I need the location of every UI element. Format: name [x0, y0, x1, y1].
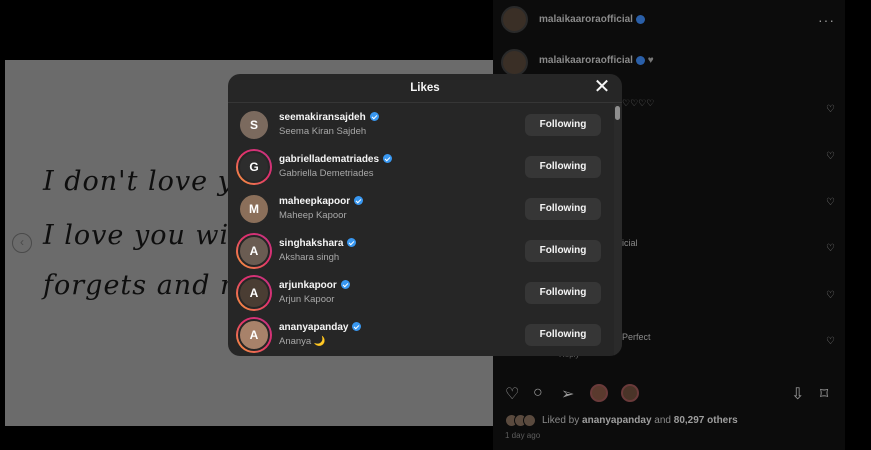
full-name: Gabriella Demetriades [279, 168, 374, 179]
verified-icon [340, 280, 350, 289]
share-icon[interactable]: ➢ [561, 384, 574, 404]
following-button[interactable]: Following [525, 324, 601, 346]
avatar-initial: G [249, 160, 259, 174]
user-avatar[interactable]: A [236, 317, 272, 353]
liked-by-avatars [505, 414, 541, 427]
avatar-image: M [238, 193, 270, 225]
post-timestamp: 1 day ago [505, 431, 541, 440]
likes-dialog: Likes ✕ S seemakiransajdeh Seema Kiran S… [228, 74, 622, 356]
comment-fragment-3: Perfect [622, 332, 651, 342]
comment-like-icon[interactable]: ♡ [826, 197, 835, 208]
avatar-image: A [238, 319, 270, 351]
like-row[interactable]: G gabrielladematriades Gabriella Demetri… [228, 146, 612, 188]
following-button[interactable]: Following [525, 282, 601, 304]
following-button[interactable]: Following [525, 114, 601, 136]
full-name: Ananya 🌙 [279, 336, 326, 347]
user-avatar[interactable]: A [236, 233, 272, 269]
username-text[interactable]: singhakshara [279, 238, 343, 249]
username[interactable]: arjunkapoor [279, 280, 350, 291]
username-text[interactable]: ananyapanday [279, 322, 348, 333]
avatar-initial: A [249, 328, 259, 342]
verified-icon [347, 238, 357, 247]
verified-icon [383, 154, 393, 163]
save-to-collection-icon[interactable]: ⇩ [791, 384, 804, 404]
close-icon[interactable]: ✕ [593, 77, 611, 97]
reaction-avatar-icon[interactable] [621, 384, 639, 402]
liked-by-text[interactable]: Liked by ananyapanday and 80,297 others [542, 415, 738, 426]
username[interactable]: singhakshara [279, 238, 357, 249]
scrollbar-thumb[interactable] [615, 106, 620, 120]
reaction-avatar-icon[interactable] [590, 384, 608, 402]
avatar-image: A [238, 277, 270, 309]
username[interactable]: seemakiransajdeh [279, 112, 379, 123]
comment-like-icon[interactable]: ♡ [826, 104, 835, 115]
avatar-initial: S [249, 118, 259, 132]
user-avatar[interactable]: S [236, 107, 272, 143]
verified-icon [354, 196, 364, 205]
username-text[interactable]: gabrielladematriades [279, 154, 379, 165]
like-row[interactable]: M maheepkapoor Maheep Kapoor Following [228, 188, 612, 230]
comment-fragment-1: ♡♡♡♡ [622, 98, 655, 108]
username[interactable]: gabrielladematriades [279, 154, 393, 165]
right-edge [845, 0, 871, 450]
like-row[interactable]: A singhakshara Akshara singh Following [228, 230, 612, 272]
like-row[interactable]: S seemakiransajdeh Seema Kiran Sajdeh Fo… [228, 104, 612, 146]
caption-username[interactable]: malaikaaroraofficial ♥ [539, 55, 654, 66]
following-button[interactable]: Following [525, 240, 601, 262]
avatar-initial: M [249, 202, 259, 216]
avatar-image: A [238, 235, 270, 267]
more-options-icon[interactable]: ··· [818, 12, 835, 28]
comment-fragment-2: icial [622, 238, 638, 248]
like-icon[interactable]: ♡ [505, 384, 519, 404]
like-row[interactable]: A arjunkapoor Arjun Kapoor Following [228, 272, 612, 314]
username-text[interactable]: maheepkapoor [279, 196, 350, 207]
following-button[interactable]: Following [525, 198, 601, 220]
dialog-header: Likes ✕ [228, 74, 622, 103]
heart-emoji-icon: ♥ [647, 55, 654, 66]
owner-avatar[interactable] [501, 6, 528, 33]
comment-like-icon[interactable]: ♡ [826, 151, 835, 162]
likes-list[interactable]: S seemakiransajdeh Seema Kiran Sajdeh Fo… [228, 104, 622, 356]
full-name: Seema Kiran Sajdeh [279, 126, 367, 137]
full-name: Akshara singh [279, 252, 340, 263]
username-text[interactable]: seemakiransajdeh [279, 112, 366, 123]
avatar-image: S [238, 109, 270, 141]
comment-icon[interactable]: ○ [533, 384, 543, 402]
caption-avatar[interactable] [501, 49, 528, 76]
comment-like-icon[interactable]: ♡ [826, 336, 835, 347]
avatar-initial: A [249, 286, 259, 300]
comment-like-icon[interactable]: ♡ [826, 243, 835, 254]
bookmark-icon[interactable]: ⌑ [820, 384, 828, 404]
dialog-title: Likes [410, 82, 440, 94]
verified-icon [352, 322, 362, 331]
scrollbar[interactable] [614, 104, 622, 356]
username[interactable]: maheepkapoor [279, 196, 364, 207]
user-avatar[interactable]: A [236, 275, 272, 311]
comment-like-icon[interactable]: ♡ [826, 290, 835, 301]
username-text[interactable]: arjunkapoor [279, 280, 337, 291]
username[interactable]: ananyapanday [279, 322, 362, 333]
verified-icon [635, 14, 645, 24]
avatar-initial: A [249, 244, 259, 258]
following-button[interactable]: Following [525, 156, 601, 178]
verified-icon [635, 55, 645, 65]
avatar-image: G [238, 151, 270, 183]
owner-username[interactable]: malaikaaroraofficial [539, 14, 645, 25]
full-name: Maheep Kapoor [279, 210, 347, 221]
user-avatar[interactable]: G [236, 149, 272, 185]
verified-icon [369, 112, 379, 121]
chevron-left-icon[interactable]: ‹ [12, 233, 32, 253]
user-avatar[interactable]: M [236, 191, 272, 227]
full-name: Arjun Kapoor [279, 294, 335, 305]
like-row[interactable]: A ananyapanday Ananya 🌙 Following [228, 314, 612, 356]
